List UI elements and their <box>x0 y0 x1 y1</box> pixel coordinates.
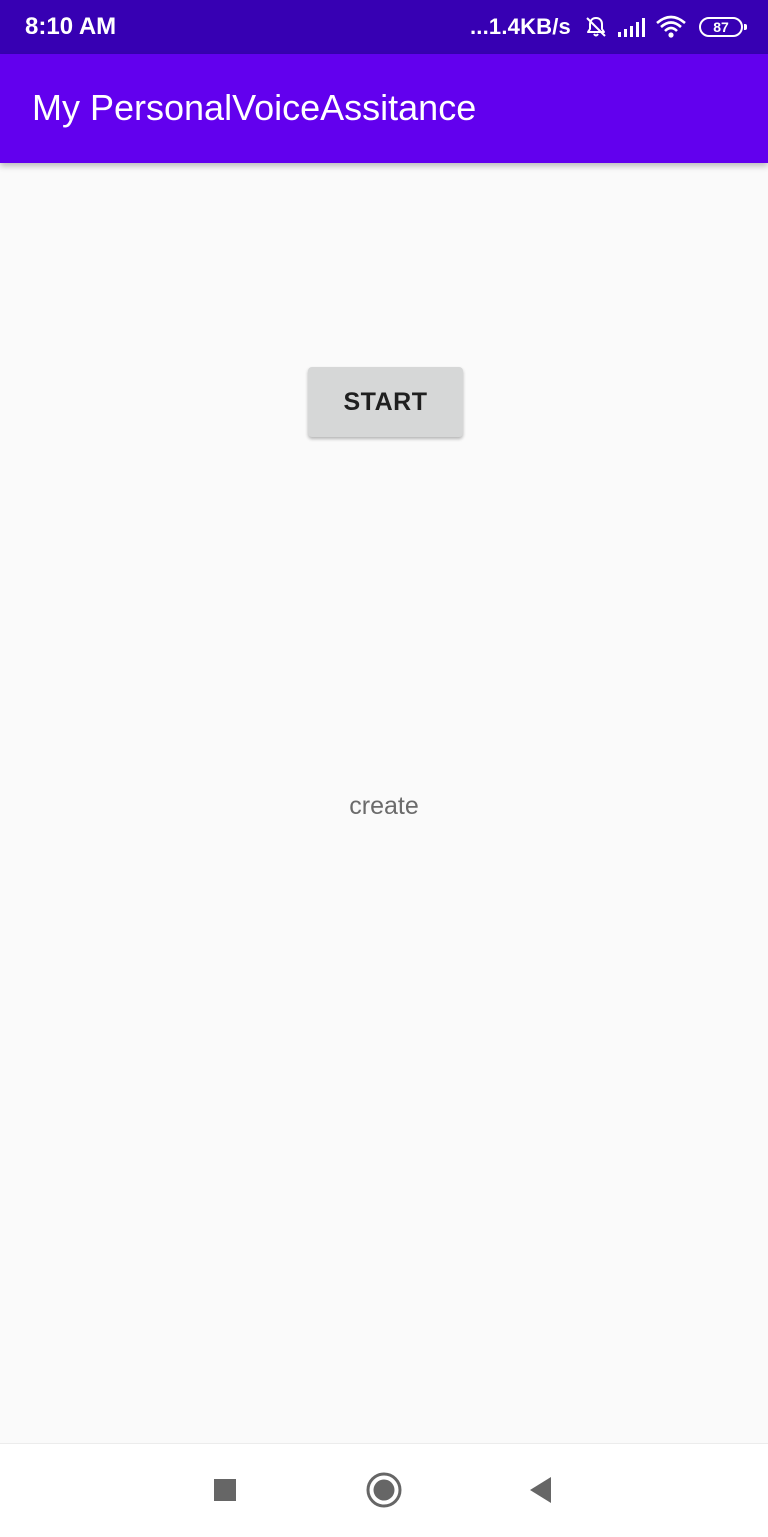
status-icons: ...1.4KB/s 87 <box>469 12 747 42</box>
back-triangle-icon <box>530 1477 551 1503</box>
battery-level: 87 <box>713 19 729 35</box>
back-button[interactable] <box>518 1468 562 1512</box>
app-title: My PersonalVoiceAssitance <box>32 87 477 128</box>
square-icon <box>214 1479 236 1501</box>
battery-tip <box>744 24 747 30</box>
status-time: 8:10 AM <box>25 13 117 40</box>
recent-apps-button[interactable] <box>203 1468 247 1512</box>
bell-off-icon <box>583 14 609 40</box>
start-button[interactable]: START <box>308 367 463 437</box>
status-text: create <box>349 792 419 820</box>
cellular-signal-icon <box>617 16 647 38</box>
circle-icon <box>366 1472 402 1508</box>
home-button[interactable] <box>362 1468 406 1512</box>
network-speed: ...1.4KB/s <box>469 14 571 39</box>
battery-icon: 87 <box>699 17 747 37</box>
navigation-bar <box>0 1443 768 1537</box>
wifi-icon <box>655 15 687 39</box>
app-bar: My PersonalVoiceAssitance <box>0 54 768 163</box>
main-content: START create <box>0 163 768 1443</box>
status-bar: 8:10 AM ...1.4KB/s 87 <box>0 0 768 54</box>
